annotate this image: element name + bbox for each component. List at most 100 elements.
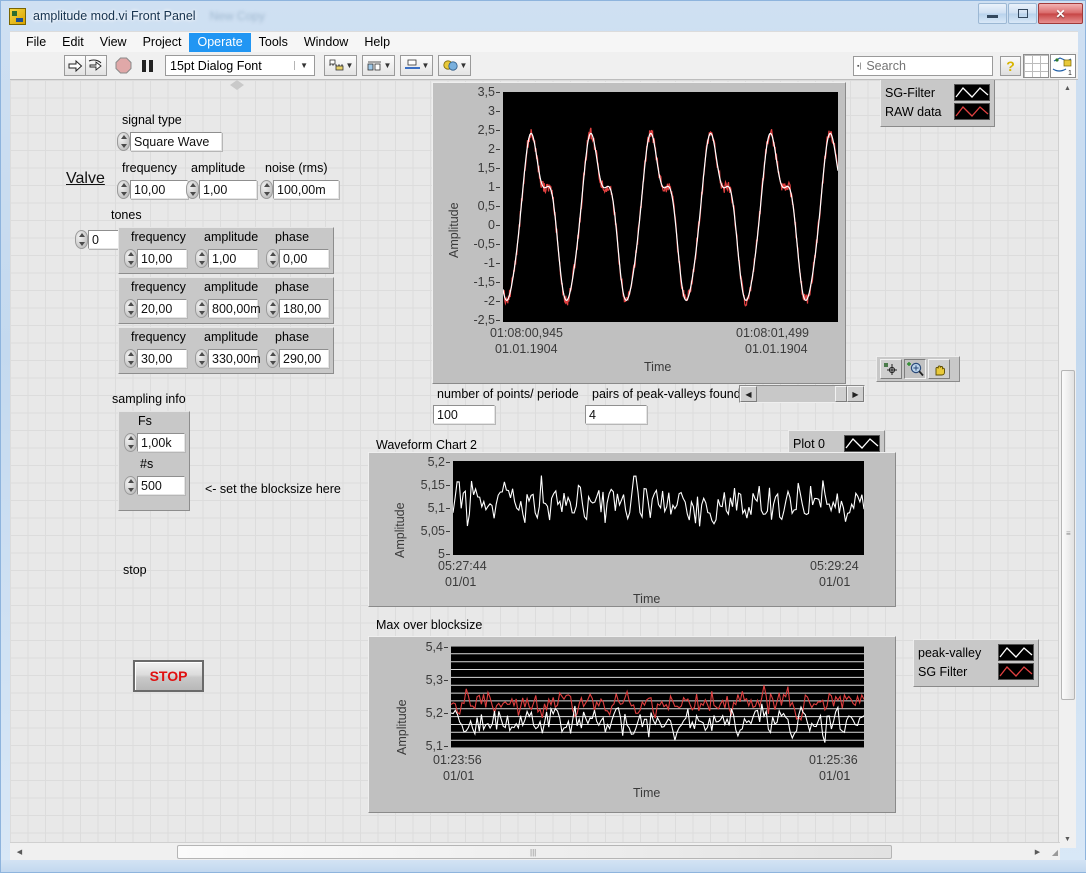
tone-2-frequency-control[interactable]: 30,00 bbox=[124, 349, 187, 368]
ns-control[interactable]: 500 bbox=[124, 476, 185, 495]
hscroll-panel-thumb[interactable]: ||| bbox=[177, 845, 892, 859]
menu-item-operate[interactable]: Operate bbox=[189, 32, 251, 52]
hscroll-track[interactable] bbox=[757, 386, 847, 402]
ns-stepper[interactable] bbox=[124, 476, 137, 495]
align-objects-button[interactable]: ▼ bbox=[324, 55, 357, 76]
tone-1-frequency-value[interactable]: 20,00 bbox=[137, 299, 187, 318]
hscroll-right-arrow[interactable]: ▶ bbox=[847, 386, 864, 402]
tone-1-amplitude-stepper[interactable] bbox=[195, 299, 208, 318]
legend-swatch-sg-filter[interactable] bbox=[954, 84, 990, 101]
chart2-plot-area[interactable] bbox=[452, 461, 865, 555]
signal-type-value[interactable]: Square Wave bbox=[130, 132, 222, 151]
reorder-button[interactable]: ▼ bbox=[438, 55, 471, 76]
tone-1-frequency-stepper[interactable] bbox=[124, 299, 137, 318]
legend-row-sg-filter-2[interactable]: SG Filter bbox=[918, 662, 1034, 681]
abort-execution-button[interactable] bbox=[111, 55, 135, 76]
ns-value[interactable]: 500 bbox=[137, 476, 185, 495]
frequency-value[interactable]: 10,00 bbox=[130, 180, 188, 199]
tone-2-amplitude-value[interactable]: 330,00m bbox=[208, 349, 261, 368]
tone-2-phase-control[interactable]: 290,00 bbox=[266, 349, 329, 368]
menu-item-tools[interactable]: Tools bbox=[251, 33, 296, 52]
waveform-chart-2[interactable]: Amplitude 5,2 5,15 5,1 5,05 5 05:27:44 0… bbox=[368, 452, 896, 607]
menu-item-project[interactable]: Project bbox=[135, 33, 190, 52]
panel-grid-thumbnail[interactable] bbox=[1023, 54, 1049, 78]
distribute-objects-button[interactable]: ▼ bbox=[362, 55, 395, 76]
frequency-stepper[interactable] bbox=[117, 180, 130, 199]
run-button[interactable] bbox=[64, 55, 86, 76]
tone-2-phase-value[interactable]: 290,00 bbox=[279, 349, 329, 368]
vscroll-up-arrow[interactable]: ▲ bbox=[1059, 80, 1076, 97]
waveform-graph-top[interactable]: Amplitude 3,5 3 2,5 2 1,5 1 0,5 0 -0,5 -… bbox=[432, 82, 846, 384]
stop-button[interactable]: STOP bbox=[133, 660, 204, 692]
menu-item-window[interactable]: Window bbox=[296, 33, 356, 52]
signal-type-control[interactable]: Square Wave bbox=[117, 132, 222, 151]
hscroll-thumb[interactable] bbox=[835, 386, 847, 402]
tone-1-amplitude-control[interactable]: 800,00m bbox=[195, 299, 261, 318]
tone-1-phase-stepper[interactable] bbox=[266, 299, 279, 318]
tone-2-frequency-value[interactable]: 30,00 bbox=[137, 349, 187, 368]
panel-vertical-scrollbar[interactable]: ▲ ≡ ▼ bbox=[1058, 80, 1076, 848]
tone-2-amplitude-control[interactable]: 330,00m bbox=[195, 349, 261, 368]
noise-value[interactable]: 100,00m bbox=[273, 180, 339, 199]
noise-stepper[interactable] bbox=[260, 180, 273, 199]
tone-1-phase-value[interactable]: 180,00 bbox=[279, 299, 329, 318]
legend-row-sg-filter[interactable]: SG-Filter bbox=[885, 83, 990, 102]
max-over-blocksize-chart[interactable]: Amplitude 5,4 5,3 5,2 5,1 01:23:56 01/01… bbox=[368, 636, 896, 813]
font-selector[interactable]: 15pt Dialog Font ▼ bbox=[165, 55, 315, 76]
top-graph-legend[interactable]: SG-Filter RAW data bbox=[880, 80, 995, 127]
fs-stepper[interactable] bbox=[124, 433, 137, 452]
hscroll-left-arrow[interactable]: ◀ bbox=[740, 386, 757, 402]
chart3-plot-area[interactable] bbox=[450, 645, 865, 749]
help-button[interactable]: ? bbox=[1000, 56, 1021, 76]
fs-value[interactable]: 1,00k bbox=[137, 433, 185, 452]
menu-item-edit[interactable]: Edit bbox=[54, 33, 92, 52]
vscroll-thumb[interactable]: ≡ bbox=[1061, 370, 1075, 700]
run-continuously-button[interactable] bbox=[85, 55, 107, 76]
tone-0-amplitude-stepper[interactable] bbox=[195, 249, 208, 268]
hscroll-panel-right-arrow[interactable]: ▶ bbox=[1029, 843, 1046, 860]
tone-0-frequency-control[interactable]: 10,00 bbox=[124, 249, 187, 268]
legend-swatch-peak-valley[interactable] bbox=[998, 644, 1034, 661]
fs-control[interactable]: 1,00k bbox=[124, 433, 185, 452]
top-graph-hscrollbar[interactable]: ◀ ▶ bbox=[739, 385, 865, 403]
hscroll-panel-left-arrow[interactable]: ◀ bbox=[11, 843, 28, 860]
tone-1-amplitude-value[interactable]: 800,00m bbox=[208, 299, 261, 318]
tone-1-phase-control[interactable]: 180,00 bbox=[266, 299, 329, 318]
tone-0-amplitude-control[interactable]: 1,00 bbox=[195, 249, 258, 268]
amplitude-control[interactable]: 1,00 bbox=[186, 180, 257, 199]
vscroll-down-arrow[interactable]: ▼ bbox=[1059, 831, 1076, 848]
pause-button[interactable] bbox=[135, 55, 159, 76]
tone-1-frequency-control[interactable]: 20,00 bbox=[124, 299, 187, 318]
menu-item-help[interactable]: Help bbox=[356, 33, 398, 52]
tone-2-amplitude-stepper[interactable] bbox=[195, 349, 208, 368]
zoom-tool-button[interactable] bbox=[904, 359, 926, 379]
menu-item-view[interactable]: View bbox=[92, 33, 135, 52]
panel-horizontal-scrollbar[interactable]: ◀ ||| ▶ ◢ bbox=[10, 842, 1060, 860]
tone-0-phase-control[interactable]: 0,00 bbox=[266, 249, 329, 268]
tone-2-frequency-stepper[interactable] bbox=[124, 349, 137, 368]
noise-control[interactable]: 100,00m bbox=[260, 180, 339, 199]
max-over-blocksize-legend[interactable]: peak-valley SG Filter bbox=[913, 639, 1039, 687]
close-button[interactable]: ✕ bbox=[1038, 3, 1083, 24]
tone-2-phase-stepper[interactable] bbox=[266, 349, 279, 368]
menu-item-file[interactable]: File bbox=[18, 33, 54, 52]
vi-connector-icon[interactable]: 1 bbox=[1050, 54, 1076, 78]
tone-0-frequency-value[interactable]: 10,00 bbox=[137, 249, 187, 268]
frequency-control[interactable]: 10,00 bbox=[117, 180, 188, 199]
maximize-button[interactable] bbox=[1008, 3, 1037, 24]
amplitude-value[interactable]: 1,00 bbox=[199, 180, 257, 199]
tones-index-value[interactable]: 0 bbox=[88, 230, 120, 249]
legend-swatch-raw-data[interactable] bbox=[954, 103, 990, 120]
minimize-button[interactable] bbox=[978, 3, 1007, 24]
valve-link[interactable]: Valve bbox=[66, 170, 105, 188]
tone-0-frequency-stepper[interactable] bbox=[124, 249, 137, 268]
resize-objects-button[interactable]: ▼ bbox=[400, 55, 433, 76]
resize-grip-icon[interactable]: ◢ bbox=[1052, 848, 1058, 857]
legend-swatch-sg-filter-2[interactable] bbox=[998, 663, 1034, 680]
legend-row-plot-0[interactable]: Plot 0 bbox=[793, 434, 880, 453]
signal-type-stepper[interactable] bbox=[117, 132, 130, 151]
tone-0-phase-stepper[interactable] bbox=[266, 249, 279, 268]
tone-0-phase-value[interactable]: 0,00 bbox=[279, 249, 329, 268]
legend-row-peak-valley[interactable]: peak-valley bbox=[918, 643, 1034, 662]
tones-index-stepper[interactable] bbox=[75, 230, 88, 249]
